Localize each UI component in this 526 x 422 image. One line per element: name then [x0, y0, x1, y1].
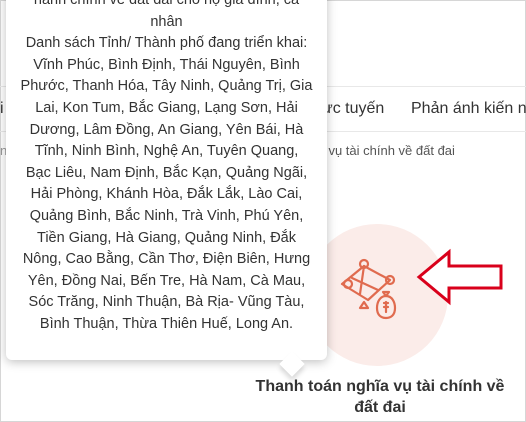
- land-map-payment-icon[interactable]: [334, 250, 414, 330]
- tooltip-line: Tiền Giang, Hà Giang, Quảng Ninh, Đắk: [37, 229, 296, 246]
- tooltip-line: Yên, Đồng Nai, Bến Tre, Hà Nam, Cà Mau,: [27, 272, 306, 289]
- nav-item-fragment[interactable]: i: [0, 100, 4, 118]
- tooltip-line: hành chính về đất đai cho hộ gia đình, c…: [33, 0, 300, 8]
- tooltip-line: Danh sách Tỉnh/ Thành phố đang triển kha…: [25, 35, 308, 52]
- nav-item-feedback[interactable]: Phản ánh kiến n: [411, 100, 526, 118]
- tooltip-line: Bạc Liêu, Nam Định, Bắc Kạn, Quảng Ngãi,: [25, 164, 308, 181]
- pointer-arrow-icon: [416, 248, 503, 306]
- tooltip-line: Bình Thuận, Thừa Thiên Huế, Long An.: [39, 315, 294, 332]
- tooltip-line: nhân: [150, 13, 183, 30]
- tooltip-line: Tĩnh, Ninh Bình, Nghệ An, Tuyên Quang,: [34, 143, 299, 160]
- service-tooltip: hành chính về đất đai cho hộ gia đình, c…: [6, 0, 327, 360]
- breadcrumb[interactable]: ĩa vụ tài chính về đất đai: [314, 143, 455, 158]
- tooltip-line: Dương, Lâm Đồng, An Giang, Yên Bái, Hà: [29, 121, 304, 138]
- service-title[interactable]: Thanh toán nghĩa vụ tài chính về đất đai: [252, 376, 508, 418]
- tooltip-line: Hải Phòng, Khánh Hòa, Đắk Lắk, Lào Cai,: [30, 186, 303, 203]
- tooltip-line: Nông, Cao Bằng, Cần Thơ, Điện Biên, Hưng: [22, 251, 311, 268]
- tooltip-line: Sóc Trăng, Ninh Thuận, Bà Rịa- Vũng Tàu,: [28, 294, 305, 311]
- tooltip-line: Phước, Thanh Hóa, Tây Ninh, Quảng Trị, G…: [20, 78, 313, 95]
- tooltip-line: Lai, Kon Tum, Bắc Giang, Lạng Sơn, Hải: [35, 99, 298, 116]
- nav-item-online-services[interactable]: ực tuyến: [322, 100, 384, 118]
- tooltip-line: Quảng Bình, Bắc Ninh, Trà Vinh, Phú Yên,: [29, 207, 304, 224]
- tooltip-line: Vĩnh Phúc, Bình Định, Thái Nguyên, Bình: [33, 56, 300, 73]
